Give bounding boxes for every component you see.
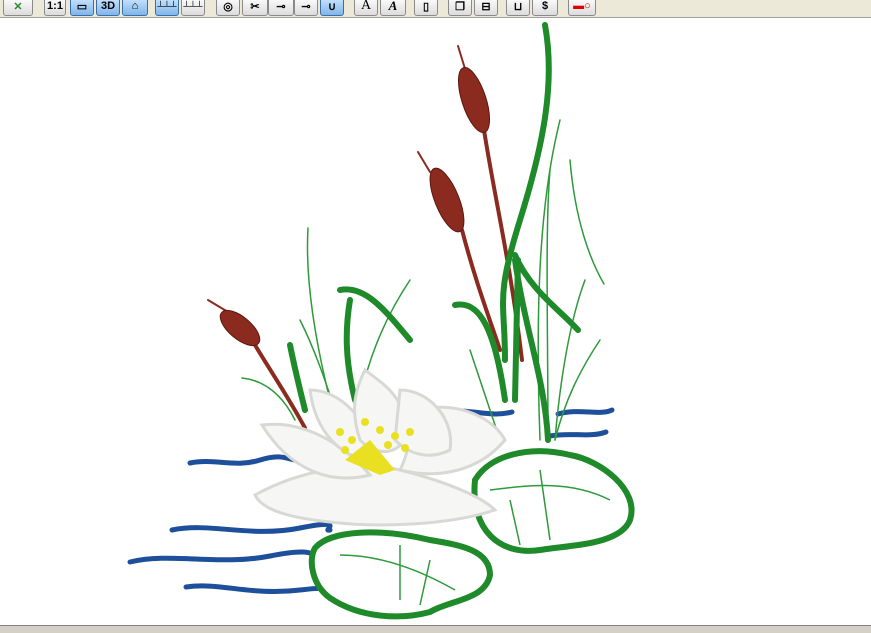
hoop-icon: ⌂ [131, 0, 139, 12]
3d-view-button[interactable]: 3D [96, 0, 120, 16]
magic-wand-button[interactable]: ✕ [3, 0, 33, 16]
magic-wand-icon: ✕ [13, 0, 23, 13]
key-button[interactable]: ▬○ [568, 0, 596, 16]
cart-icon: ⊔ [513, 0, 523, 13]
cattail-stems [253, 128, 524, 430]
cattail-heads [219, 66, 491, 347]
text-button[interactable]: A [354, 0, 378, 16]
stitch-node-icon: ⊸ [301, 0, 311, 13]
hoop-view-button[interactable]: ⌂ [122, 0, 148, 16]
hierarchy-icon: ⊟ [481, 0, 491, 13]
leaves [287, 22, 581, 443]
grass-blades [241, 119, 605, 441]
monitor-view-button[interactable]: ▭ [70, 0, 94, 16]
cattail-tips [207, 45, 467, 313]
key-icon: ▬○ [573, 0, 591, 12]
stitch-point-button[interactable]: ⊸ [268, 0, 294, 16]
ruler-icon: ┴┴┴ [157, 1, 177, 11]
stitch-point-icon: ⊸ [276, 0, 286, 13]
embroidery-design [127, 22, 635, 620]
zoom-1-1-button[interactable]: 1:1 [44, 0, 66, 16]
scissors-button[interactable]: ✂ [242, 0, 268, 16]
copy-pages-button[interactable]: ❐ [448, 0, 472, 16]
status-bar [0, 625, 871, 633]
scissors-icon: ✂ [250, 0, 260, 13]
design-canvas[interactable] [0, 19, 871, 625]
thread-button[interactable]: ◎ [216, 0, 240, 16]
price-button[interactable]: $ [532, 0, 558, 16]
monitor-icon: ▭ [76, 0, 88, 13]
select-hook-button[interactable]: ∪ [320, 0, 344, 16]
hierarchy-button[interactable]: ⊟ [474, 0, 498, 16]
thread-icon: ◎ [223, 0, 233, 13]
copy-icon: ❐ [455, 0, 465, 13]
ruler-horizontal-button[interactable]: ┴┴┴ [155, 0, 179, 16]
page-icon: ▯ [422, 0, 430, 13]
page-button[interactable]: ▯ [414, 0, 438, 16]
cart-button[interactable]: ⊔ [506, 0, 530, 16]
hook-icon: ∪ [327, 0, 337, 13]
ruler-vertical-button[interactable]: ┴┴┴ [181, 0, 205, 16]
text-edit-button[interactable]: A [380, 0, 406, 16]
water-lily [253, 367, 507, 527]
ruler-icon: ┴┴┴ [183, 1, 203, 11]
toolbar: ✕ 1:1 ▭ 3D ⌂ ┴┴┴ ┴┴┴ ◎ ✂ ⊸ ⊸ ∪ A A ▯ ❐ ⊟… [0, 0, 871, 18]
stitch-node-button[interactable]: ⊸ [294, 0, 318, 16]
